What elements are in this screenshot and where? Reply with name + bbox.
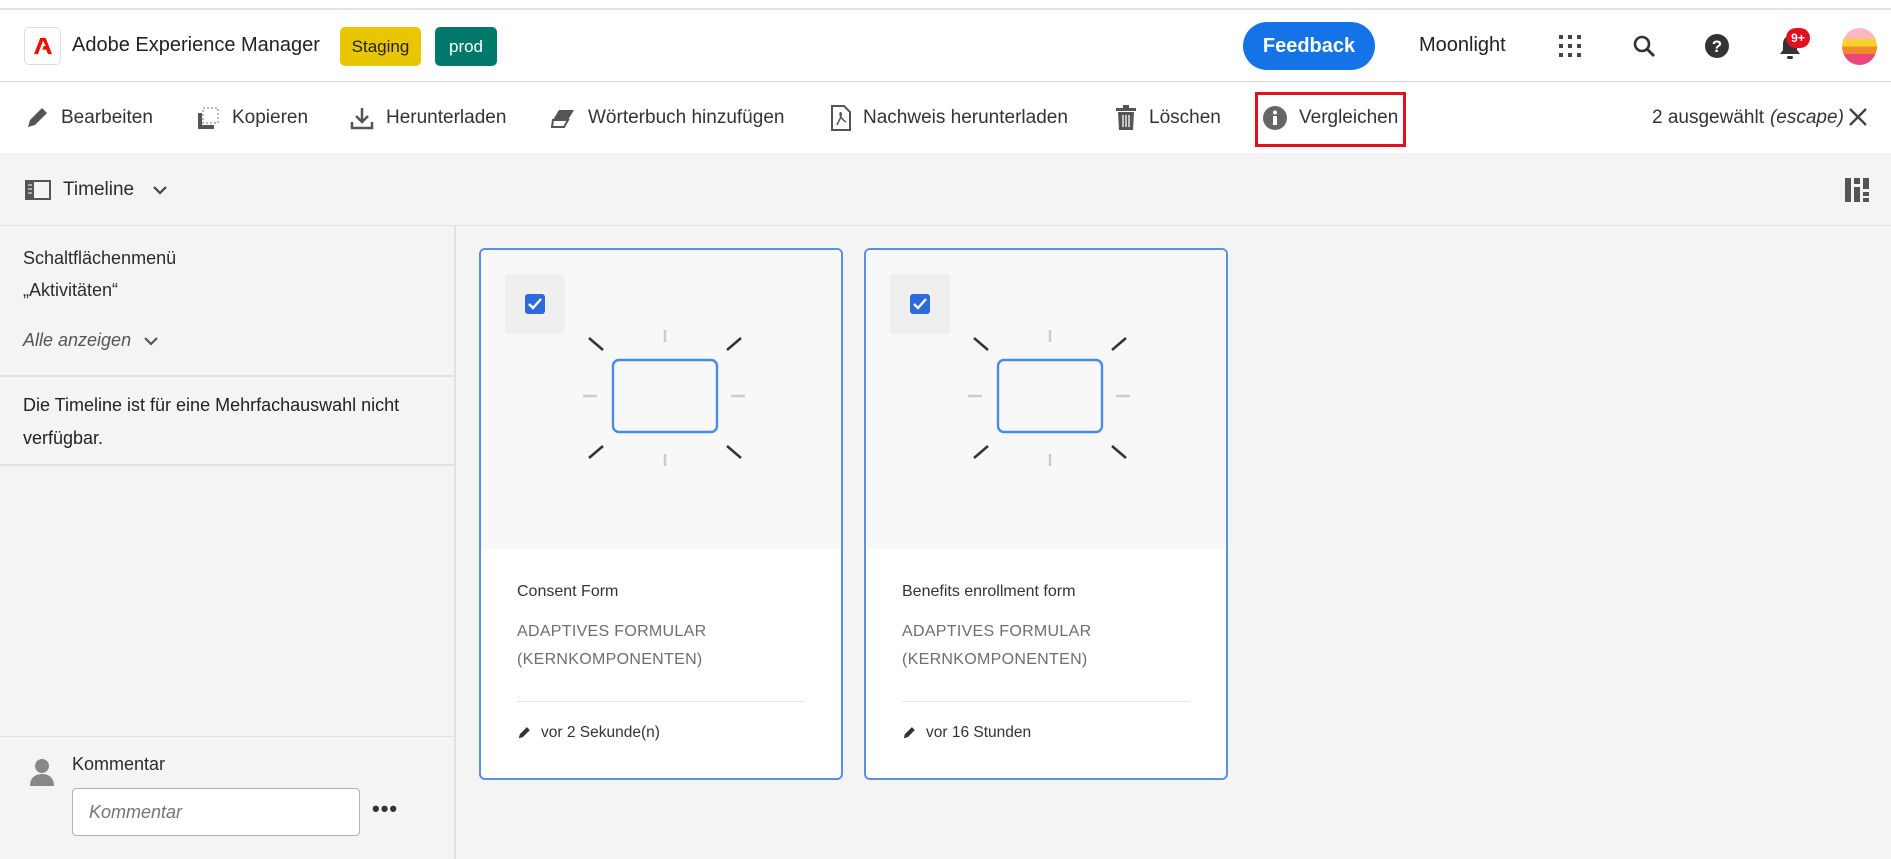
- download-label: Herunterladen: [386, 106, 507, 128]
- staging-badge: Staging: [340, 27, 421, 66]
- adobe-logo[interactable]: [24, 27, 61, 65]
- timeline-message-line1: Die Timeline ist für eine Mehrfachauswah…: [23, 395, 400, 415]
- add-dictionary-label: Wörterbuch hinzufügen: [588, 106, 785, 128]
- edit-button[interactable]: Bearbeiten: [25, 82, 153, 153]
- card-type-line2: (KERNKOMPONENTEN): [902, 651, 1088, 668]
- avatar[interactable]: [1842, 28, 1877, 65]
- card-modified-time: vor 2 Sekunde(n): [541, 724, 660, 741]
- download-proof-label: Nachweis herunterladen: [863, 106, 1068, 128]
- feedback-button[interactable]: Feedback: [1243, 22, 1375, 70]
- card-checkbox[interactable]: [910, 294, 930, 314]
- card-title: Benefits enrollment form: [902, 583, 1076, 600]
- activities-menu-subtitle: „Aktivitäten“: [23, 280, 119, 300]
- download-proof-button[interactable]: Nachweis herunterladen: [831, 82, 1068, 153]
- card-type-line1: ADAPTIVES FORMULAR: [517, 623, 707, 640]
- info-icon: [1263, 105, 1287, 130]
- card-checkbox[interactable]: [525, 294, 545, 314]
- edit-label: Bearbeiten: [61, 106, 153, 128]
- card-checkbox-area: [890, 274, 950, 334]
- card-title: Consent Form: [517, 583, 619, 600]
- show-all-button[interactable]: Alle anzeigen: [23, 330, 159, 351]
- delete-label: Löschen: [1149, 106, 1221, 128]
- download-button[interactable]: Herunterladen: [350, 82, 506, 153]
- copy-button[interactable]: Kopieren: [196, 82, 308, 153]
- card-modified-time: vor 16 Stunden: [926, 724, 1032, 741]
- app-title[interactable]: Adobe Experience Manager: [72, 34, 320, 57]
- timeline-message-line2: verfügbar.: [23, 428, 104, 448]
- sidebar-rail: Schaltflächenmenü „Aktivitäten“ Alle anz…: [0, 226, 456, 859]
- chevron-down-icon: [144, 336, 158, 346]
- card-type: ADAPTIVES FORMULAR (KERNKOMPONENTEN): [902, 618, 1091, 674]
- activities-menu-title: Schaltflächenmenü: [23, 248, 177, 268]
- divider: [0, 464, 455, 466]
- form-placeholder-icon: [968, 330, 1130, 466]
- card-modified: vor 2 Sekunde(n): [517, 724, 660, 742]
- divider: [0, 736, 455, 737]
- eraser-icon: [550, 109, 574, 128]
- compare-button[interactable]: Vergleichen: [1263, 82, 1398, 153]
- notification-count-badge: 9+: [1786, 28, 1810, 48]
- asset-card[interactable]: Benefits enrollment form ADAPTIVES FORMU…: [864, 248, 1228, 780]
- card-type: ADAPTIVES FORMULAR (KERNKOMPONENTEN): [517, 618, 706, 674]
- pdf-file-icon: [831, 104, 851, 131]
- card-modified: vor 16 Stunden: [902, 724, 1031, 742]
- download-icon: [350, 107, 374, 129]
- copy-icon: [198, 107, 219, 129]
- action-toolbar: Bearbeiten Kopieren Herunterladen Wörter…: [0, 82, 1891, 153]
- header: Adobe Experience Manager Staging prod Fe…: [0, 10, 1891, 82]
- top-strip: [0, 0, 1891, 10]
- trash-icon: [1116, 104, 1136, 130]
- comment-input[interactable]: [72, 788, 360, 836]
- comment-label: Kommentar: [72, 754, 166, 774]
- card-checkbox-area: [505, 274, 565, 334]
- card-type-line2: (KERNKOMPONENTEN): [517, 651, 703, 668]
- compare-label: Vergleichen: [1299, 106, 1399, 128]
- selection-status: 2 ausgewählt (escape): [1652, 82, 1844, 153]
- selection-hint: (escape): [1769, 106, 1844, 128]
- rail-panel-icon: [25, 179, 51, 200]
- org-switcher[interactable]: Moonlight: [1419, 34, 1506, 57]
- asset-card[interactable]: Consent Form ADAPTIVES FORMULAR (KERNKOMP…: [479, 248, 843, 780]
- show-all-label: Alle anzeigen: [23, 330, 132, 350]
- pencil-icon: [518, 727, 530, 739]
- divider: [902, 701, 1190, 702]
- pencil-icon: [28, 107, 47, 127]
- pencil-icon: [903, 727, 915, 739]
- close-selection-icon[interactable]: [1847, 106, 1869, 128]
- search-icon[interactable]: [1630, 32, 1658, 60]
- divider: [0, 375, 455, 377]
- prod-badge: prod: [435, 27, 497, 66]
- selection-count: 2 ausgewählt: [1652, 106, 1764, 128]
- apps-grid-icon[interactable]: [1556, 32, 1584, 60]
- delete-button[interactable]: Löschen: [1115, 82, 1221, 153]
- divider: [517, 701, 805, 702]
- form-placeholder-icon: [583, 330, 745, 466]
- chevron-down-icon: [153, 185, 167, 195]
- rail-view-switcher[interactable]: Timeline: [25, 153, 168, 226]
- card-type-line1: ADAPTIVES FORMULAR: [902, 623, 1092, 640]
- add-dictionary-button[interactable]: Wörterbuch hinzufügen: [550, 82, 784, 153]
- view-switcher-icon[interactable]: [1845, 178, 1869, 202]
- more-options-icon[interactable]: •••: [372, 796, 398, 822]
- rail-view-label: Timeline: [63, 178, 135, 200]
- svg-text:?: ?: [1712, 37, 1722, 56]
- help-icon[interactable]: ?: [1703, 32, 1731, 60]
- rail-bar: Timeline: [0, 153, 1891, 226]
- user-icon: [30, 758, 54, 791]
- copy-label: Kopieren: [232, 106, 309, 128]
